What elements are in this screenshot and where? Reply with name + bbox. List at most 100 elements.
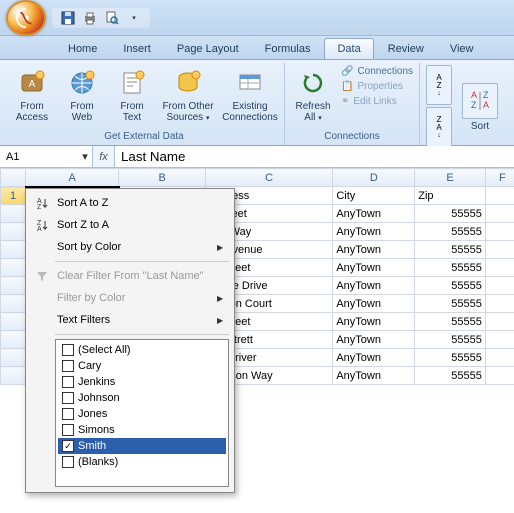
filter-check-item[interactable]: Simons (58, 422, 226, 438)
tab-review[interactable]: Review (376, 39, 436, 59)
filter-check-item[interactable]: Johnson (58, 390, 226, 406)
col-header-c[interactable]: C (205, 169, 332, 187)
row-header[interactable] (1, 259, 26, 277)
row-header[interactable] (1, 367, 26, 385)
cell[interactable] (485, 205, 514, 223)
row-header-1[interactable]: 1 (1, 187, 26, 205)
cell[interactable]: 55555 (415, 313, 486, 331)
edit-links-icon: ⚭ (341, 96, 349, 107)
col-header-f[interactable]: F (485, 169, 514, 187)
from-web-button[interactable]: From Web (60, 65, 104, 123)
col-header-a[interactable]: A (26, 169, 119, 187)
cell[interactable]: AnyTown (333, 331, 415, 349)
cell[interactable]: 55555 (415, 205, 486, 223)
filter-check-item[interactable]: Jones (58, 406, 226, 422)
office-button[interactable] (6, 0, 46, 36)
tab-view[interactable]: View (438, 39, 486, 59)
tab-formulas[interactable]: Formulas (253, 39, 323, 59)
from-access-button[interactable]: A From Access (10, 65, 54, 123)
row-header[interactable] (1, 295, 26, 313)
tab-data[interactable]: Data (324, 38, 373, 59)
connections-button[interactable]: 🔗Connections (341, 65, 413, 78)
cell[interactable]: 55555 (415, 259, 486, 277)
checkbox-icon (62, 360, 74, 372)
group-sort: AZ↓ ZA↓ AZZA Sort (420, 63, 508, 145)
row-header[interactable] (1, 331, 26, 349)
cell[interactable] (485, 331, 514, 349)
cell[interactable]: AnyTown (333, 367, 415, 385)
existing-connections-button[interactable]: Existing Connections (222, 65, 278, 123)
cell[interactable]: AnyTown (333, 205, 415, 223)
cell[interactable]: 55555 (415, 367, 486, 385)
from-other-sources-button[interactable]: From Other Sources ▾ (160, 65, 216, 124)
cell-e1[interactable]: Zip (415, 187, 486, 205)
row-header[interactable] (1, 241, 26, 259)
cell[interactable] (485, 349, 514, 367)
cell[interactable]: AnyTown (333, 277, 415, 295)
svg-text:Z: Z (37, 204, 42, 210)
tab-insert[interactable]: Insert (111, 39, 163, 59)
cell[interactable] (485, 295, 514, 313)
filter-item-label: (Blanks) (78, 456, 118, 468)
filter-checklist[interactable]: (Select All)CaryJenkinsJohnsonJonesSimon… (55, 339, 229, 487)
cell[interactable]: AnyTown (333, 295, 415, 313)
cell[interactable]: 55555 (415, 349, 486, 367)
group-external-data: A From Access From Web From Text From Ot… (4, 63, 285, 145)
filter-check-item[interactable]: (Blanks) (58, 454, 226, 470)
sort-az-button[interactable]: AZ↓ (426, 65, 452, 105)
cell[interactable]: 55555 (415, 241, 486, 259)
cell[interactable]: AnyTown (333, 349, 415, 367)
row-header[interactable] (1, 205, 26, 223)
col-header-b[interactable]: B (119, 169, 206, 187)
filter-check-item[interactable]: Jenkins (58, 374, 226, 390)
refresh-all-button[interactable]: Refresh All ▾ (291, 65, 335, 124)
cell[interactable]: AnyTown (333, 259, 415, 277)
filter-check-item[interactable]: (Select All) (58, 342, 226, 358)
sort-dialog-button[interactable]: AZZA Sort (458, 81, 502, 132)
row-header[interactable] (1, 313, 26, 331)
cell-f1[interactable] (485, 187, 514, 205)
cell[interactable]: 55555 (415, 223, 486, 241)
row-header[interactable] (1, 349, 26, 367)
cell[interactable]: 55555 (415, 331, 486, 349)
cell[interactable] (485, 367, 514, 385)
from-text-button[interactable]: From Text (110, 65, 154, 123)
tab-home[interactable]: Home (56, 39, 109, 59)
filter-check-item[interactable]: Cary (58, 358, 226, 374)
col-header-e[interactable]: E (415, 169, 486, 187)
select-all-corner[interactable] (1, 169, 26, 187)
cell[interactable] (485, 223, 514, 241)
cell[interactable]: 55555 (415, 277, 486, 295)
ribbon: A From Access From Web From Text From Ot… (0, 60, 514, 146)
svg-text:Z: Z (483, 90, 489, 100)
cell[interactable] (485, 277, 514, 295)
cell[interactable] (485, 313, 514, 331)
row-header[interactable] (1, 223, 26, 241)
cell[interactable] (485, 259, 514, 277)
cell[interactable]: AnyTown (333, 313, 415, 331)
print-icon[interactable] (82, 10, 98, 26)
worksheet-grid[interactable]: A B C D E F 1 Last Name▼ First Name Addr… (0, 168, 514, 385)
cell[interactable]: AnyTown (333, 241, 415, 259)
cell-d1[interactable]: City (333, 187, 415, 205)
cell[interactable]: 55555 (415, 295, 486, 313)
fx-button[interactable]: fx (93, 146, 115, 167)
name-box-dropdown[interactable]: ▾ (78, 150, 92, 163)
tab-page-layout[interactable]: Page Layout (165, 39, 251, 59)
name-box[interactable] (0, 149, 78, 165)
cell[interactable] (485, 241, 514, 259)
print-preview-icon[interactable] (104, 10, 120, 26)
menu-sort-za[interactable]: ZA Sort Z to A (29, 214, 231, 236)
save-icon[interactable] (60, 10, 76, 26)
row-header[interactable] (1, 277, 26, 295)
col-header-d[interactable]: D (333, 169, 415, 187)
formula-input[interactable] (115, 146, 514, 167)
qat-customize-icon[interactable]: ▾ (126, 10, 142, 26)
menu-sort-az[interactable]: AZ Sort A to Z (29, 192, 231, 214)
from-text-label: From Text (110, 101, 154, 123)
sort-za-button[interactable]: ZA↓ (426, 107, 452, 147)
menu-sort-color[interactable]: Sort by Color ▶ (29, 236, 231, 258)
cell[interactable]: AnyTown (333, 223, 415, 241)
filter-check-item[interactable]: ✓Smith (58, 438, 226, 454)
menu-text-filters[interactable]: Text Filters ▶ (29, 309, 231, 331)
